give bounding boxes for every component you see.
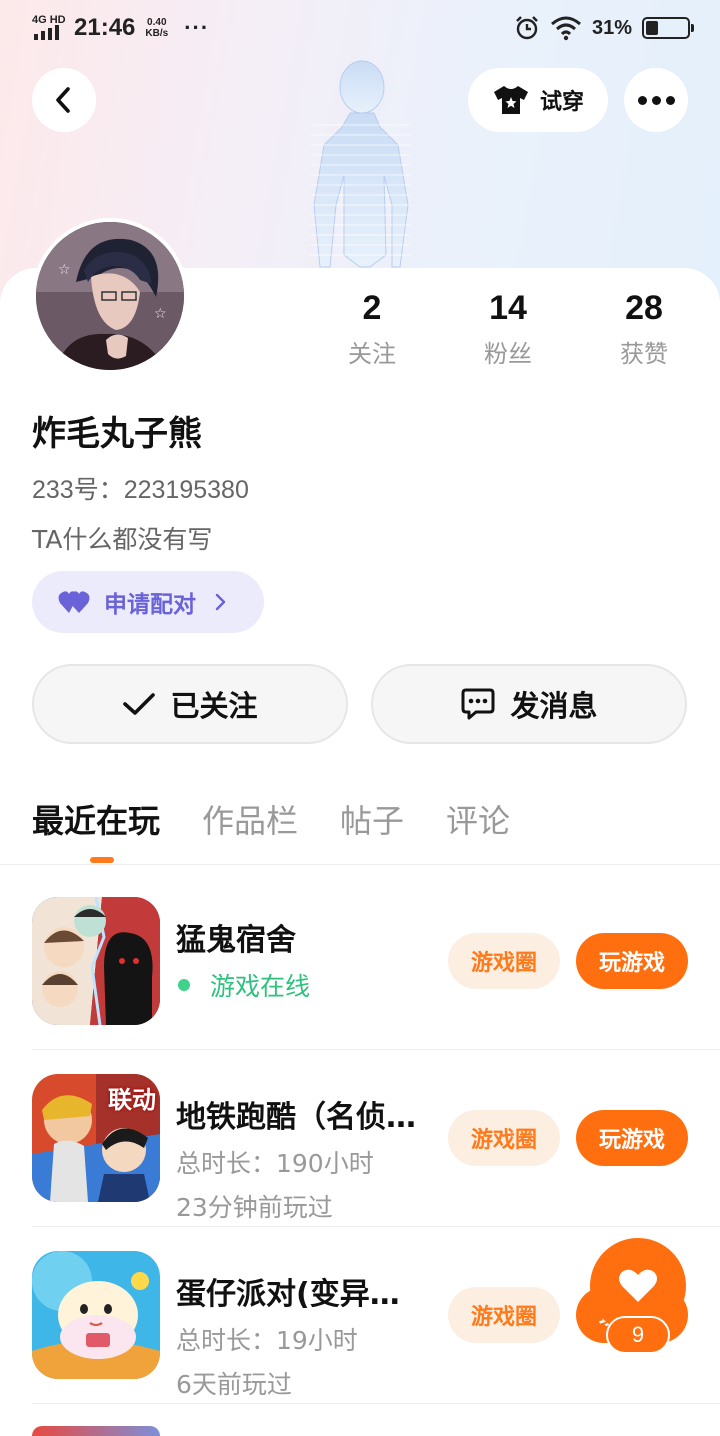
stat-following[interactable]: 2 关注: [304, 288, 440, 369]
battery-icon: [642, 17, 694, 39]
dot: [651, 95, 661, 105]
clock: 21:46: [74, 14, 136, 41]
more-notifications-icon: ···: [184, 15, 210, 40]
game-circle-button[interactable]: 游戏圈: [448, 1287, 560, 1343]
svg-text:☆: ☆: [58, 262, 71, 278]
list-divider: [32, 1403, 720, 1404]
game-circle-button[interactable]: 游戏圈: [448, 1110, 560, 1166]
next-game-icon-peek: [32, 1426, 160, 1436]
avatar[interactable]: ☆ ☆: [32, 218, 188, 374]
game-icon-subway-surfers: 联动: [32, 1074, 160, 1202]
dot: [637, 95, 647, 105]
list-divider: [32, 1226, 720, 1227]
dot: [665, 95, 675, 105]
online-dot-icon: [178, 979, 190, 991]
status-bar: 4G HD 21:46 0.40 KB/s ··· 31%: [0, 0, 720, 56]
alarm-icon: [516, 16, 538, 40]
tabs-divider: [0, 864, 720, 865]
signal-icon: 4G HD: [32, 14, 66, 42]
avatar-figure-hologram: [310, 60, 410, 268]
game-item-subway-surfers[interactable]: 联动 地铁跑酷（名侦… 总时长：190小时 23分钟前玩过 游戏圈 玩游戏: [0, 1074, 720, 1250]
double-heart-icon: [58, 591, 90, 613]
game-duration: 总时长：19小时: [176, 1326, 358, 1355]
game-circle-button[interactable]: 游戏圈: [448, 933, 560, 989]
heart-icon: [619, 1269, 657, 1302]
back-button[interactable]: [32, 68, 96, 132]
collab-badge: 联动: [108, 1086, 156, 1114]
stat-likes[interactable]: 28 获赞: [576, 288, 712, 369]
send-message-button[interactable]: 发消息: [371, 664, 687, 744]
game-title: 地铁跑酷（名侦…: [176, 1100, 416, 1135]
active-tab-indicator: [90, 857, 114, 863]
play-game-button[interactable]: 玩游戏: [576, 933, 688, 989]
game-icon-ghost-dorm: [32, 897, 160, 1025]
tab-recently-played[interactable]: 最近在玩: [32, 796, 160, 842]
apply-pair-button[interactable]: 申请配对: [32, 571, 264, 633]
game-last-played: 6天前玩过: [176, 1370, 292, 1399]
user-id: 233号：223195380: [32, 476, 249, 504]
more-options-button[interactable]: [624, 68, 688, 132]
tshirt-icon: [493, 86, 528, 114]
ghost-dorm-art: [32, 897, 160, 1025]
profile-tabs: 最近在玩 作品栏 帖子 评论: [32, 796, 510, 842]
followed-button[interactable]: 已关注: [32, 664, 348, 744]
network-speed: 0.40 KB/s: [145, 17, 169, 39]
try-on-button[interactable]: 试穿: [468, 68, 608, 132]
tab-posts[interactable]: 帖子: [340, 796, 404, 842]
game-title: 蛋仔派对(变异…: [176, 1277, 400, 1312]
play-game-button[interactable]: 玩游戏: [576, 1110, 688, 1166]
game-last-played: 23分钟前玩过: [176, 1193, 333, 1222]
profile-stats: 2 关注 14 粉丝 28 获赞: [304, 288, 712, 369]
chat-bubble-icon: [461, 688, 495, 720]
game-online-status: 游戏在线: [176, 967, 310, 1003]
check-icon: [123, 693, 156, 715]
avatar-image: ☆ ☆: [36, 222, 184, 370]
tab-comments[interactable]: 评论: [446, 796, 510, 842]
like-count-badge: 9: [606, 1316, 670, 1354]
eggy-party-art: [32, 1251, 160, 1379]
tab-works[interactable]: 作品栏: [202, 796, 298, 842]
game-title: 猛鬼宿舍: [176, 923, 296, 958]
battery-percent: 31%: [591, 16, 632, 39]
svg-text:☆: ☆: [154, 306, 167, 322]
chevron-right-icon: [215, 593, 226, 611]
game-icon-eggy-party: [32, 1251, 160, 1379]
list-divider: [32, 1049, 720, 1050]
game-duration: 总时长：190小时: [176, 1149, 374, 1178]
wifi-icon: [550, 16, 581, 41]
back-arrow-icon: [56, 87, 70, 113]
game-item-ghost-dorm[interactable]: 猛鬼宿舍 游戏在线 游戏圈 玩游戏: [0, 897, 720, 1073]
user-bio: TA什么都没有写: [32, 525, 213, 554]
stat-fans[interactable]: 14 粉丝: [440, 288, 576, 369]
user-name: 炸毛丸子熊: [32, 414, 202, 454]
